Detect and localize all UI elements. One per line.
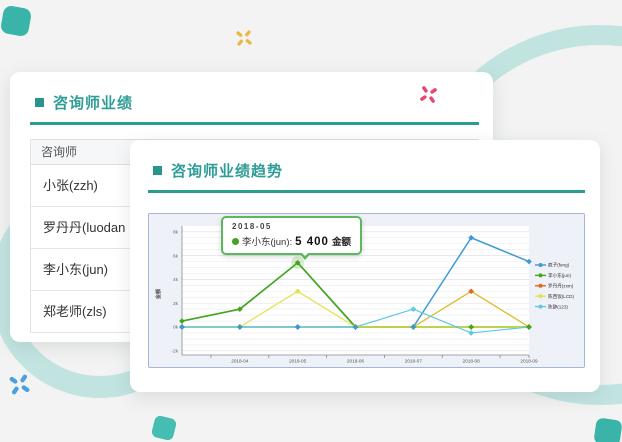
flower-icon: [415, 81, 442, 108]
y-tick-label: -2k: [171, 349, 178, 354]
legend-item[interactable]: 罗丹丹(zxm): [535, 284, 574, 290]
series-dot-icon: [232, 238, 239, 245]
y-axis-title: 金额: [154, 288, 162, 300]
legend-item[interactable]: 陈西饭(LCD): [535, 293, 575, 300]
trend-chart-panel: -2k 0k 2k 4k 6k 8k 2018-04 2018-05 2018-06 2018-0…: [148, 213, 585, 368]
x-tick-label: 2018-08: [463, 359, 481, 364]
card-title-row: 咨询师业绩: [35, 92, 479, 113]
chart-card-title: 咨询师业绩趋势: [171, 160, 283, 181]
title-underline: [30, 122, 479, 125]
x-tick-label: 2018-04: [231, 359, 249, 364]
legend-label: 陈静(123): [548, 303, 568, 310]
legend-label: 罗丹丹(zxm): [548, 284, 574, 290]
page-title: 咨询师业绩: [53, 92, 133, 113]
x-tick-label: 2018-05: [289, 359, 307, 364]
legend-label: 李小东(jun): [548, 272, 571, 279]
chart-tooltip: 2018-05 李小东(jun): 5 400 金额: [221, 216, 362, 255]
y-tick-label: 0k: [173, 325, 179, 330]
flower-icon: [231, 25, 257, 51]
square-decoration-bottom-right: [593, 417, 622, 442]
x-tick-label: 2018-07: [405, 359, 423, 364]
title-bullet-icon: [35, 98, 44, 107]
square-decoration-top-left: [0, 5, 32, 37]
tooltip-date: 2018-05: [232, 222, 351, 231]
y-tick-label: 4k: [173, 277, 179, 282]
consultant-trend-card: 咨询师业绩趋势 -2k0k2k4k6k8k2018-042018-052018-…: [130, 140, 600, 392]
x-tick-label: 2018-06: [347, 359, 365, 364]
legend-marker-icon: [539, 284, 543, 288]
title-bullet-icon: [153, 166, 162, 175]
y-tick-label: 2k: [173, 301, 179, 306]
x-tick-label: 2018-09: [520, 359, 538, 364]
tooltip-value: 5 400: [295, 236, 329, 248]
square-decoration-bottom-center: [151, 415, 178, 442]
trend-line-chart[interactable]: -2k 0k 2k 4k 6k 8k 2018-04 2018-05 2018-06 2018-0…: [149, 214, 586, 369]
y-tick-label: 8k: [173, 230, 179, 235]
card-title-row: 咨询师业绩趋势: [153, 160, 585, 181]
legend-marker-icon: [539, 273, 543, 277]
tooltip-unit: 金额: [332, 234, 351, 248]
title-underline: [148, 190, 585, 193]
flower-icon: [4, 369, 35, 400]
legend-item[interactable]: 陈静(123): [535, 303, 568, 310]
legend-item[interactable]: 李小东(jun): [535, 272, 571, 279]
legend-label: 疯子(feng): [548, 262, 570, 269]
legend-marker-icon: [539, 305, 543, 309]
legend-marker-icon: [539, 263, 543, 267]
legend-item[interactable]: 疯子(feng): [535, 262, 570, 269]
legend-label: 陈西饭(LCD): [548, 293, 575, 300]
tooltip-series-label: 李小东(jun):: [242, 234, 292, 248]
y-tick-label: 6k: [173, 253, 179, 258]
legend-marker-icon: [539, 294, 543, 298]
dashboard-page: 咨询师业绩 咨询师 小张(zzh)罗丹丹(luodan李小东(jun)郑老师(z…: [0, 0, 622, 442]
